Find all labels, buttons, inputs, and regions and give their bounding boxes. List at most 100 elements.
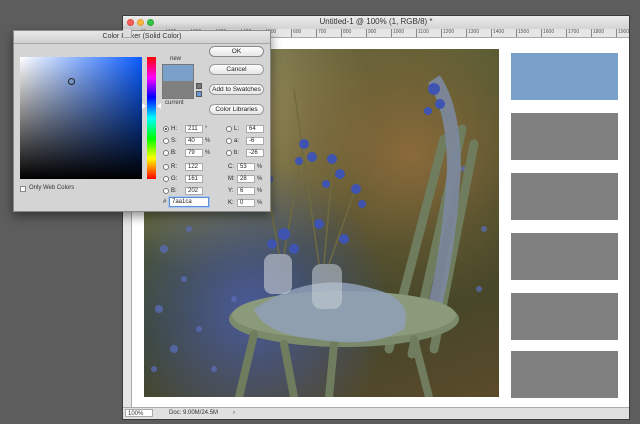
hex-input[interactable]: 7aa1ca <box>169 197 209 207</box>
ruler-mark: 1600 <box>541 29 555 37</box>
hue-input[interactable]: 211 <box>185 125 203 133</box>
ruler-mark: 1000 <box>391 29 405 37</box>
green-label: G: <box>171 176 178 182</box>
ruler-origin[interactable] <box>123 29 132 38</box>
lab-a-input[interactable]: -6 <box>246 137 264 145</box>
swatch-box-gray[interactable] <box>511 293 618 340</box>
new-color-preview <box>162 64 194 82</box>
hue-slider[interactable] <box>147 57 156 179</box>
yellow-unit: % <box>257 188 263 194</box>
cyan-row: C: 53 % <box>228 163 270 172</box>
lab-b-input[interactable]: -26 <box>246 149 264 157</box>
ruler-mark: 1200 <box>441 29 455 37</box>
dialog-title: Color Picker (Solid Color) <box>14 31 270 44</box>
red-input[interactable]: 122 <box>185 163 203 171</box>
status-bar: 100% Doc: 9.00M/24.5M › <box>123 407 629 419</box>
ruler-mark: 1300 <box>466 29 480 37</box>
swatch-box-gray[interactable] <box>511 113 618 160</box>
ruler-mark: 600 <box>291 29 302 37</box>
saturation-label: S: <box>171 138 177 144</box>
ruler-mark: 900 <box>366 29 377 37</box>
lab-b-radio[interactable] <box>226 150 232 156</box>
brightness-input[interactable]: 79 <box>185 149 203 157</box>
lab-l-label: L: <box>234 126 240 132</box>
black-label: K: <box>228 200 234 206</box>
brightness-unit: % <box>205 150 211 156</box>
ruler-mark: 1900 <box>616 29 629 37</box>
brightness-label: B: <box>171 150 177 156</box>
black-row: K: 0 % <box>228 199 270 208</box>
ruler-mark: 1400 <box>491 29 505 37</box>
lab-b-row: b: -26 <box>226 149 270 158</box>
hue-slider-right-arrow-icon[interactable] <box>157 103 161 109</box>
lab-b-label: b: <box>234 150 240 156</box>
current-color-preview[interactable] <box>162 81 194 99</box>
hue-row: H: 211 ° <box>163 125 223 134</box>
cyan-label: C: <box>228 164 234 170</box>
document-title: Untitled-1 @ 100% (1, RGB/8) * <box>319 17 433 26</box>
ok-button[interactable]: OK <box>209 46 264 57</box>
red-radio[interactable] <box>163 164 169 170</box>
ruler-mark: 1700 <box>566 29 580 37</box>
cancel-button[interactable]: Cancel <box>209 64 264 75</box>
red-row: R: 122 <box>163 163 223 172</box>
status-menu-arrow-icon[interactable]: › <box>233 408 235 418</box>
ruler-mark: 1800 <box>591 29 605 37</box>
zoom-field[interactable]: 100% <box>125 409 153 417</box>
brightness-radio[interactable] <box>163 150 169 156</box>
document-titlebar: Untitled-1 @ 100% (1, RGB/8) * <box>123 16 629 30</box>
saturation-unit: % <box>205 138 211 144</box>
brightness-row: B: 79 % <box>163 149 223 158</box>
web-safe-cube-icon[interactable] <box>196 91 202 97</box>
magenta-label: M: <box>228 176 235 182</box>
green-input[interactable]: 161 <box>185 175 203 183</box>
swatch-box-gray[interactable] <box>511 173 618 220</box>
current-label: current <box>165 100 184 106</box>
add-to-swatches-button[interactable]: Add to Swatches <box>209 84 264 95</box>
color-cursor[interactable] <box>68 78 75 85</box>
hue-label: H: <box>171 126 177 132</box>
magenta-unit: % <box>257 176 263 182</box>
lab-l-radio[interactable] <box>226 126 232 132</box>
blue-input[interactable]: 202 <box>185 187 203 195</box>
cyan-input[interactable]: 53 <box>237 163 255 171</box>
magenta-input[interactable]: 28 <box>237 175 255 183</box>
cyan-unit: % <box>257 164 263 170</box>
lab-l-input[interactable]: 64 <box>246 125 264 133</box>
out-of-gamut-warning-icon[interactable] <box>196 83 202 89</box>
lab-a-radio[interactable] <box>226 138 232 144</box>
swatch-box-gray[interactable] <box>511 351 618 398</box>
only-web-colors-label: Only Web Colors <box>29 185 75 191</box>
black-unit: % <box>257 200 263 206</box>
hue-unit: ° <box>205 126 208 132</box>
saturation-brightness-field[interactable] <box>20 57 142 179</box>
swatch-box-blue[interactable] <box>511 53 618 100</box>
doc-size-info: Doc: 9.00M/24.5M <box>169 410 219 416</box>
new-label: new <box>170 56 182 62</box>
black-input[interactable]: 0 <box>237 199 255 207</box>
magenta-row: M: 28 % <box>228 175 270 184</box>
blue-radio[interactable] <box>163 188 169 194</box>
only-web-colors-checkbox[interactable] <box>20 186 26 192</box>
lab-a-row: a: -6 <box>226 137 270 146</box>
ruler-mark: 700 <box>316 29 327 37</box>
swatch-box-gray[interactable] <box>511 233 618 280</box>
blue-label: B: <box>171 188 177 194</box>
yellow-input[interactable]: 6 <box>237 187 255 195</box>
saturation-row: S: 40 % <box>163 137 223 146</box>
hue-slider-left-arrow-icon[interactable] <box>142 103 146 109</box>
green-row: G: 161 <box>163 175 223 184</box>
yellow-label: Y: <box>228 188 234 194</box>
lab-a-label: a: <box>234 138 240 144</box>
ruler-mark: 1500 <box>516 29 530 37</box>
color-libraries-button[interactable]: Color Libraries <box>209 104 264 115</box>
ruler-mark: 1100 <box>416 29 429 37</box>
hue-radio[interactable] <box>163 126 169 132</box>
saturation-radio[interactable] <box>163 138 169 144</box>
yellow-row: Y: 6 % <box>228 187 270 196</box>
ruler-mark: 800 <box>341 29 352 37</box>
green-radio[interactable] <box>163 176 169 182</box>
blue-row: B: 202 <box>163 187 223 196</box>
color-picker-dialog: Color Picker (Solid Color) new current O… <box>13 30 271 212</box>
saturation-input[interactable]: 40 <box>185 137 203 145</box>
